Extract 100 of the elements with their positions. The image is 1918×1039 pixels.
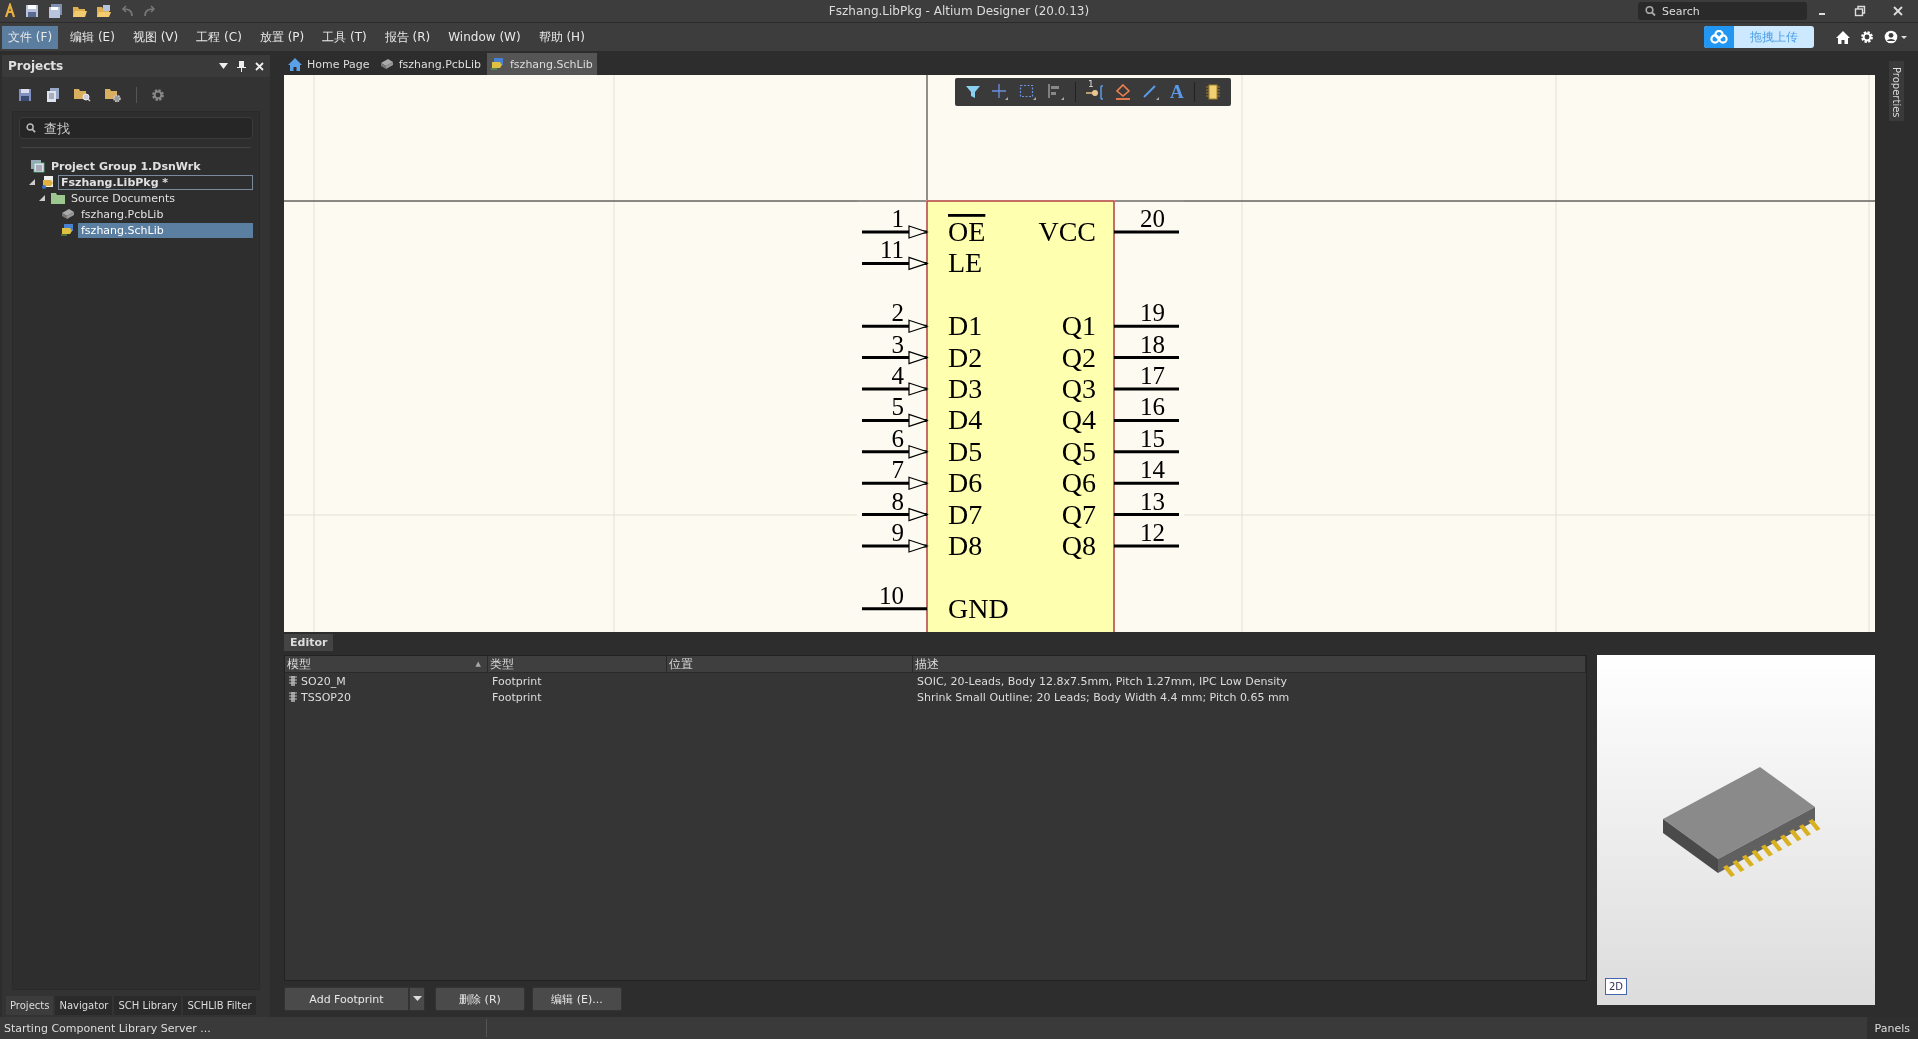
pin-number: 16 [1140, 393, 1165, 421]
pin [1114, 324, 1179, 328]
restore-icon[interactable] [1854, 5, 1866, 17]
status-message: Starting Component Library Server ... [4, 1021, 211, 1035]
save-all-icon[interactable] [48, 4, 63, 18]
component-icon[interactable] [1204, 84, 1221, 100]
footprint-icon [289, 676, 297, 686]
pin-number: 8 [891, 487, 904, 515]
menu-item[interactable]: Window (W) [442, 27, 527, 47]
pin-name: Q1 [1061, 310, 1096, 342]
expanded-arrow-icon[interactable] [39, 195, 45, 201]
text-tool-icon[interactable]: A [1170, 83, 1184, 101]
menu-item[interactable]: 视图 (V) [126, 25, 185, 49]
document-tab[interactable]: fszhang.SchLib [487, 53, 597, 75]
menu-item[interactable]: 帮助 (H) [532, 25, 591, 49]
menu-item[interactable]: 放置 (P) [253, 25, 311, 49]
pin-number: 1 [891, 205, 904, 232]
shape-icon[interactable] [1114, 83, 1132, 101]
column-header[interactable]: 类型 [488, 656, 667, 672]
input-pin [862, 225, 929, 239]
pin [1114, 230, 1179, 234]
chip-icon [61, 208, 75, 220]
folder-settings-icon[interactable] [105, 87, 122, 103]
tree-item[interactable]: Project Group 1.DsnWrk [48, 158, 253, 174]
add-footprint-button[interactable]: Add Footprint [284, 987, 409, 1011]
save-icon[interactable] [18, 88, 32, 102]
delete-button[interactable]: 删除 (R) [435, 987, 525, 1011]
pin-number: 9 [891, 519, 904, 546]
package-icon [41, 175, 55, 189]
tree-item[interactable]: Fszhang.LibPkg * [58, 174, 253, 190]
redo-icon[interactable] [143, 5, 157, 17]
pin-number: 20 [1140, 205, 1165, 232]
input-pin [862, 539, 929, 553]
undo-icon[interactable] [120, 5, 134, 17]
home-icon[interactable] [1836, 30, 1850, 44]
close-icon[interactable] [255, 61, 264, 71]
pin-name: D6 [948, 467, 983, 499]
pin-name: D1 [948, 310, 983, 342]
panel-tab[interactable]: Projects [6, 996, 54, 1015]
pin-number: 15 [1140, 424, 1165, 452]
expanded-arrow-icon[interactable] [29, 179, 35, 185]
pin-name: D2 [948, 341, 983, 373]
input-pin [862, 413, 929, 428]
selection-rectangle-icon[interactable] [1019, 83, 1037, 101]
menu-item[interactable]: 工具 (T) [316, 25, 373, 49]
crosshair-icon[interactable] [991, 83, 1009, 101]
pin [1114, 418, 1179, 422]
view-toggle-button[interactable]: 2D [1605, 978, 1628, 995]
align-icon[interactable] [1047, 83, 1065, 101]
menu-item[interactable]: 文件 (F) [2, 25, 59, 49]
panel-tab[interactable]: SCH Library [114, 996, 182, 1015]
panel-title: Editor [284, 634, 334, 651]
close-icon[interactable] [1892, 5, 1904, 17]
search-field[interactable]: 查找 [19, 117, 253, 139]
dropdown-button[interactable] [409, 987, 425, 1011]
input-pin [862, 476, 929, 491]
pin-number: 17 [1140, 362, 1165, 389]
pin-name: Q8 [1061, 530, 1096, 561]
table-cell-text: Shrink Small Outline; 20 Leads; Body Width 4.4 mm; Pitch 0.65 mm [916, 689, 1291, 705]
tree-item[interactable]: Source Documents [68, 190, 253, 206]
side-panel-tab[interactable]: Properties [1889, 61, 1904, 121]
table-cell-text: Footprint [491, 689, 543, 705]
panel-tab[interactable]: SCHLIB Filter [183, 996, 256, 1015]
pin [1114, 387, 1179, 391]
filter-icon[interactable] [965, 84, 981, 100]
save-icon[interactable] [25, 4, 39, 18]
open-project-icon[interactable] [96, 4, 111, 18]
document-tab[interactable]: fszhang.PcbLib [375, 53, 485, 75]
pin-number: 4 [891, 362, 904, 389]
pin-name: VCC [1038, 216, 1096, 247]
search-icon [1645, 5, 1656, 17]
pin-number: 19 [1140, 299, 1165, 327]
pin-number: 6 [891, 424, 904, 452]
document-tab[interactable]: Home Page [284, 53, 374, 75]
folder-search-icon[interactable] [74, 88, 91, 102]
column-header[interactable]: 位置 [667, 656, 913, 672]
pin-name: Q2 [1061, 341, 1096, 373]
pin-name: Q3 [1061, 373, 1096, 404]
user-icon[interactable] [1884, 30, 1908, 44]
search-field[interactable]: Search [1638, 2, 1807, 20]
pin-name: D5 [948, 435, 983, 467]
panel-tab[interactable]: Navigator [55, 996, 113, 1015]
tree-item[interactable]: fszhang.PcbLib [78, 206, 253, 222]
pin-panel-icon[interactable] [237, 60, 246, 72]
dropdown-caret-icon[interactable] [219, 62, 228, 70]
pin-name: D3 [948, 373, 983, 404]
panels-button[interactable]: Panels [1866, 1017, 1918, 1039]
line-icon[interactable] [1142, 83, 1160, 101]
menu-item[interactable]: 工程 (C) [190, 25, 248, 49]
pin-name: Q4 [1061, 404, 1096, 436]
open-folder-icon[interactable] [72, 4, 87, 18]
pin-number: 14 [1140, 456, 1165, 484]
column-header[interactable]: 描述 [913, 656, 1586, 672]
input-pin [862, 256, 929, 271]
menu-item[interactable]: 报告 (R) [378, 25, 437, 49]
copy-documents-icon[interactable] [46, 87, 60, 103]
pin-number: 10 [879, 581, 904, 609]
edit-button[interactable]: 编辑 (E)... [532, 987, 622, 1011]
menu-item[interactable]: 编辑 (E) [64, 25, 121, 49]
tree-item[interactable]: fszhang.SchLib [78, 222, 253, 238]
